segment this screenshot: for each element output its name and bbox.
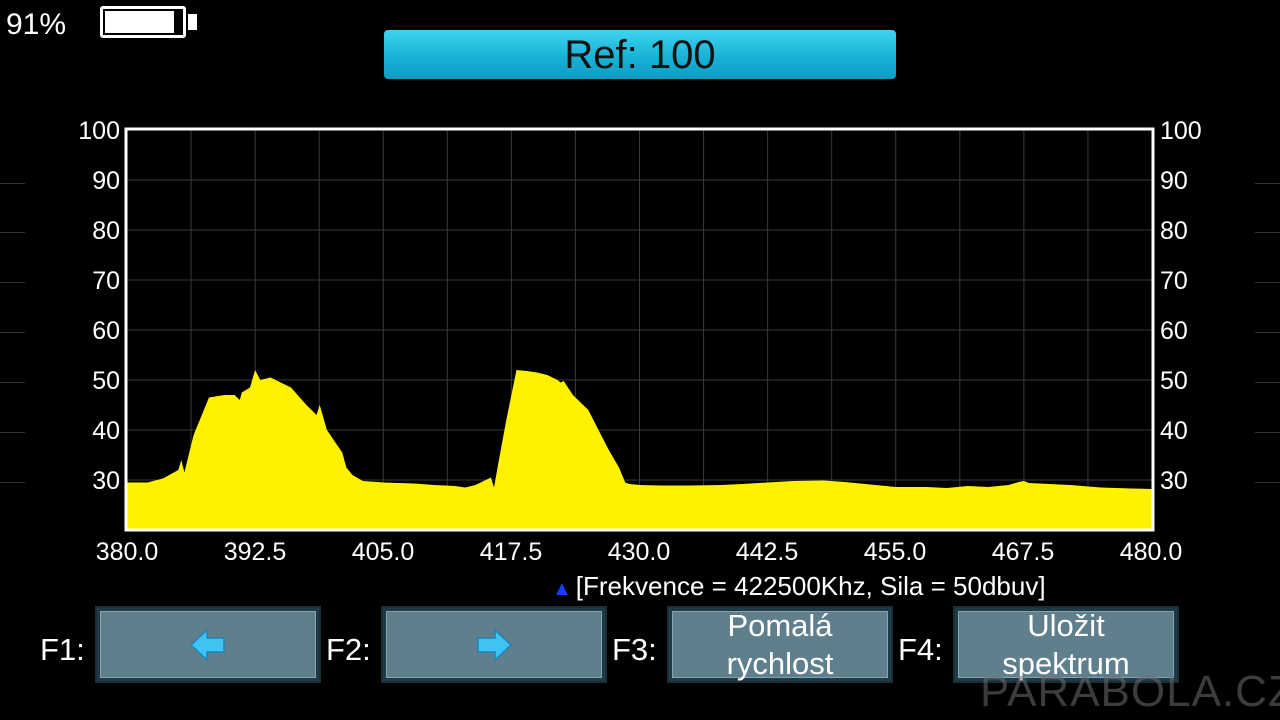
y-tick-label: 90 xyxy=(92,167,120,195)
x-tick-label: 417.5 xyxy=(479,538,543,566)
y-tick-label-right: 60 xyxy=(1160,317,1188,345)
y-tick-label-right: 90 xyxy=(1160,167,1188,195)
f3-key-label: F3: xyxy=(612,632,657,667)
x-tick-label: 405.0 xyxy=(351,538,415,566)
y-tick-label: 60 xyxy=(92,317,120,345)
x-tick-label: 467.5 xyxy=(991,538,1055,566)
y-tick-label-right: 80 xyxy=(1160,217,1188,245)
x-tick-label: 480.0 xyxy=(1119,538,1183,566)
f2-button[interactable] xyxy=(381,606,607,683)
y-tick-label-right: 100 xyxy=(1160,117,1202,145)
y-tick-label: 50 xyxy=(92,367,120,395)
x-tick-label: 442.5 xyxy=(735,538,799,566)
marker-readout: ▲ [Frekvence = 422500Khz, Sila = 50dbuv] xyxy=(552,570,1046,605)
y-tick-label: 100 xyxy=(78,117,120,145)
y-tick-label-right: 40 xyxy=(1160,417,1188,445)
slow-speed-button[interactable]: Pomalá rychlost xyxy=(667,606,893,683)
arrow-left-icon xyxy=(189,627,225,662)
y-tick-label: 80 xyxy=(92,217,120,245)
arrow-right-icon xyxy=(477,627,513,662)
y-tick-label: 40 xyxy=(92,417,120,445)
f2-key-label: F2: xyxy=(326,632,371,667)
y-tick-label: 30 xyxy=(92,467,120,495)
y-tick-label-right: 30 xyxy=(1160,467,1188,495)
marker-triangle-icon: ▲ xyxy=(552,578,572,600)
f4-key-label: F4: xyxy=(898,632,943,667)
slow-speed-button-label: Pomalá rychlost xyxy=(672,608,888,681)
watermark: PARABOLA.CZ xyxy=(980,667,1280,716)
x-tick-label: 392.5 xyxy=(223,538,287,566)
y-tick-label-right: 70 xyxy=(1160,267,1188,295)
x-tick-label: 430.0 xyxy=(607,538,671,566)
x-tick-label: 380.0 xyxy=(95,538,159,566)
y-tick-label: 70 xyxy=(92,267,120,295)
f1-button[interactable] xyxy=(95,606,321,683)
marker-readout-text: [Frekvence = 422500Khz, Sila = 50dbuv] xyxy=(575,571,1046,601)
f1-key-label: F1: xyxy=(40,632,85,667)
x-tick-label: 455.0 xyxy=(863,538,927,566)
y-tick-label-right: 50 xyxy=(1160,367,1188,395)
